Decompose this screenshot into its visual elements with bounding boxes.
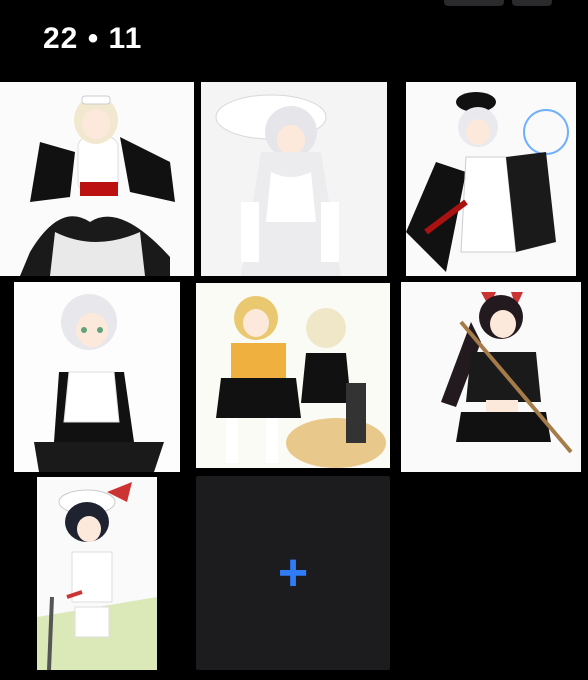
top-control-right[interactable] — [512, 0, 552, 6]
gallery-image-7[interactable] — [37, 477, 157, 670]
gallery-image-5[interactable] — [196, 283, 390, 468]
gallery-image-1[interactable] — [0, 82, 194, 276]
anime-duo-image — [196, 283, 390, 468]
plus-icon: + — [277, 544, 309, 602]
anime-silver-maid-image — [14, 282, 180, 472]
top-bar: 22 • 11 — [0, 0, 588, 80]
anime-baseball-image — [37, 477, 157, 670]
top-control-left[interactable] — [444, 0, 504, 6]
gallery-image-2[interactable] — [201, 82, 387, 276]
gallery-image-3[interactable] — [406, 82, 576, 276]
anime-white-dress-image — [201, 82, 387, 276]
gallery-image-6[interactable] — [401, 282, 581, 472]
page-title: 22 • 11 — [43, 22, 143, 55]
anime-officer-image — [406, 82, 576, 276]
add-image-button[interactable]: + — [196, 476, 390, 670]
anime-maid-image — [0, 82, 194, 276]
gallery-image-4[interactable] — [14, 282, 180, 472]
anime-sword-image — [401, 282, 581, 472]
